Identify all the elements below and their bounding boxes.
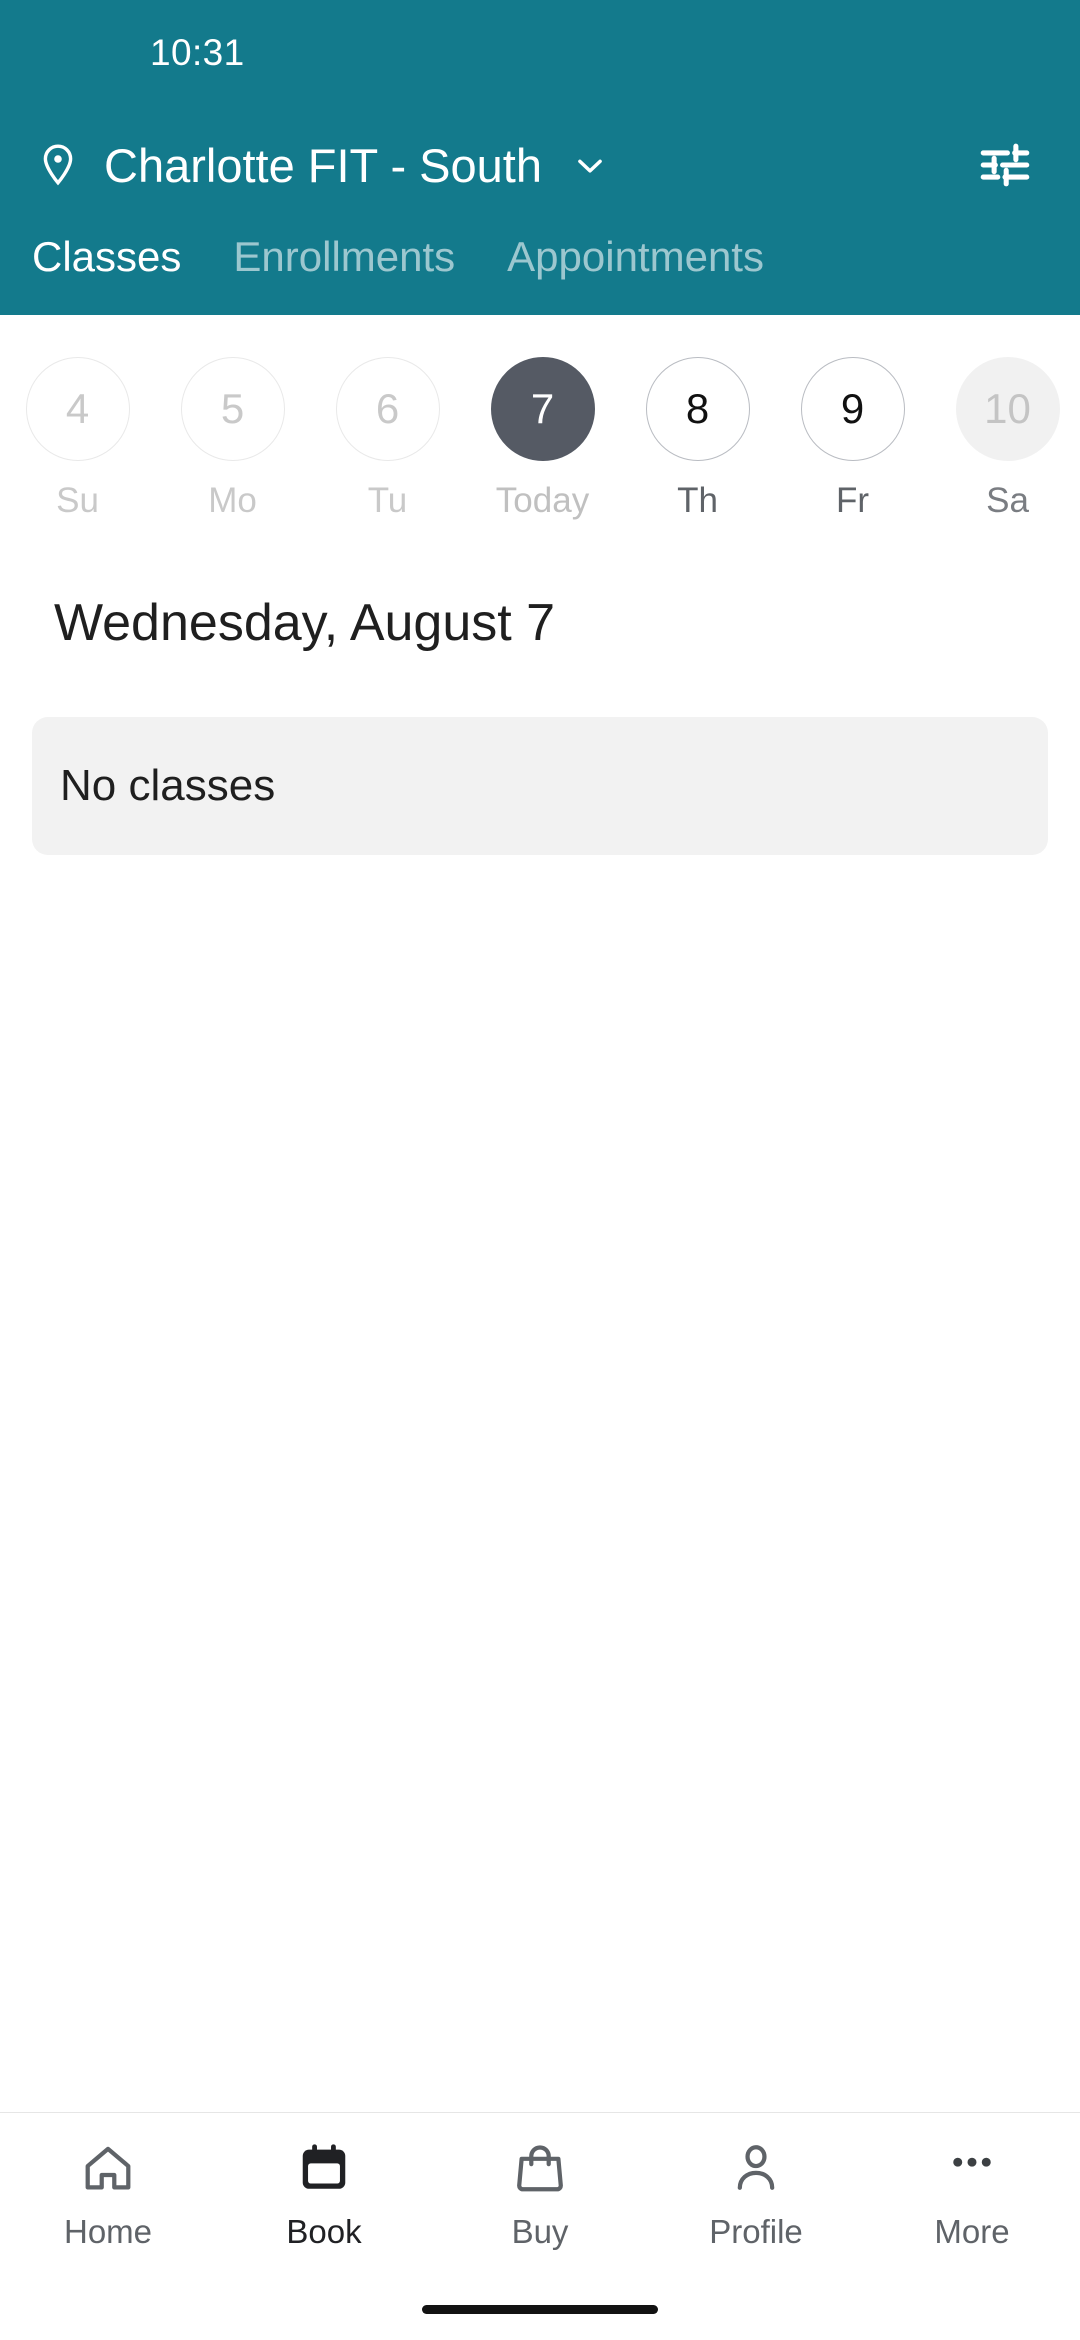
date-cell-4[interactable]: 4 Su [0, 357, 155, 521]
no-classes-card: No classes [32, 717, 1048, 855]
more-dots-icon [943, 2139, 1001, 2197]
filter-sliders-icon[interactable] [976, 136, 1034, 194]
chevron-down-icon[interactable] [568, 143, 612, 187]
date-dow-label: Su [56, 481, 99, 520]
date-cell-6[interactable]: 6 Tu [310, 357, 465, 521]
date-number: 10 [955, 357, 1060, 461]
nav-item-book[interactable]: Book [216, 2139, 432, 2251]
date-dow-label: Th [677, 481, 718, 520]
gesture-nav-area [0, 2278, 1080, 2340]
date-cell-9[interactable]: 9 Fr [775, 357, 930, 521]
nav-item-buy[interactable]: Buy [432, 2139, 648, 2251]
date-cell-5[interactable]: 5 Mo [155, 357, 310, 521]
date-number: 9 [800, 357, 905, 461]
app-bar: Charlotte FIT - South [0, 105, 1080, 225]
date-number: 5 [180, 357, 285, 461]
date-number: 4 [25, 357, 130, 461]
status-bar: 10:31 [0, 0, 1080, 105]
nav-item-more[interactable]: More [864, 2139, 1080, 2251]
date-dow-label: Fr [835, 481, 870, 520]
no-classes-label: No classes [60, 761, 276, 810]
location-selector[interactable]: Charlotte FIT - South [34, 138, 976, 193]
nav-label-buy: Buy [511, 2213, 569, 2250]
date-cell-10[interactable]: 10 Sa [930, 357, 1080, 521]
date-strip[interactable]: 4 Su 5 Mo 6 Tu 7 Today 8 Th 9 Fr 10 Sa [0, 315, 1080, 535]
date-number: 8 [645, 357, 750, 461]
shopping-bag-icon [511, 2139, 569, 2197]
tab-appointments[interactable]: Appointments [507, 225, 782, 281]
bottom-navigation-bar: Home Book Buy Profile More [0, 2112, 1080, 2278]
page-title: Wednesday, August 7 [54, 594, 556, 652]
date-dow-label: Sa [986, 481, 1029, 520]
location-name: Charlotte FIT - South [104, 138, 542, 192]
date-dow-label: Today [495, 481, 590, 520]
date-number: 7 [490, 357, 595, 461]
date-number: 6 [335, 357, 440, 461]
date-dow-label: Tu [367, 481, 408, 520]
app-root: 10:31 Charlotte FIT - South Classes Enro… [0, 0, 1080, 2340]
schedule-content: Wednesday, August 7 No classes [0, 535, 1080, 2112]
nav-label-home: Home [63, 2213, 153, 2250]
nav-item-home[interactable]: Home [0, 2139, 216, 2251]
nav-label-profile: Profile [709, 2213, 803, 2250]
status-bar-clock: 10:31 [150, 31, 245, 73]
nav-label-more: More [934, 2213, 1010, 2250]
tab-bar: Classes Enrollments Appointments [0, 225, 1080, 315]
nav-label-book: Book [286, 2213, 362, 2250]
date-cell-7-today[interactable]: 7 Today [465, 357, 620, 521]
tab-classes[interactable]: Classes [32, 225, 199, 281]
date-cell-8[interactable]: 8 Th [620, 357, 775, 521]
nav-item-profile[interactable]: Profile [648, 2139, 864, 2251]
gesture-home-bar[interactable] [422, 2304, 658, 2314]
home-icon [79, 2139, 137, 2197]
calendar-icon [295, 2139, 353, 2197]
person-icon [727, 2139, 785, 2197]
tab-enrollments[interactable]: Enrollments [233, 225, 473, 281]
date-dow-label: Mo [208, 481, 257, 520]
header-block: 10:31 Charlotte FIT - South Classes Enro… [0, 0, 1080, 315]
location-pin-icon [34, 141, 82, 189]
